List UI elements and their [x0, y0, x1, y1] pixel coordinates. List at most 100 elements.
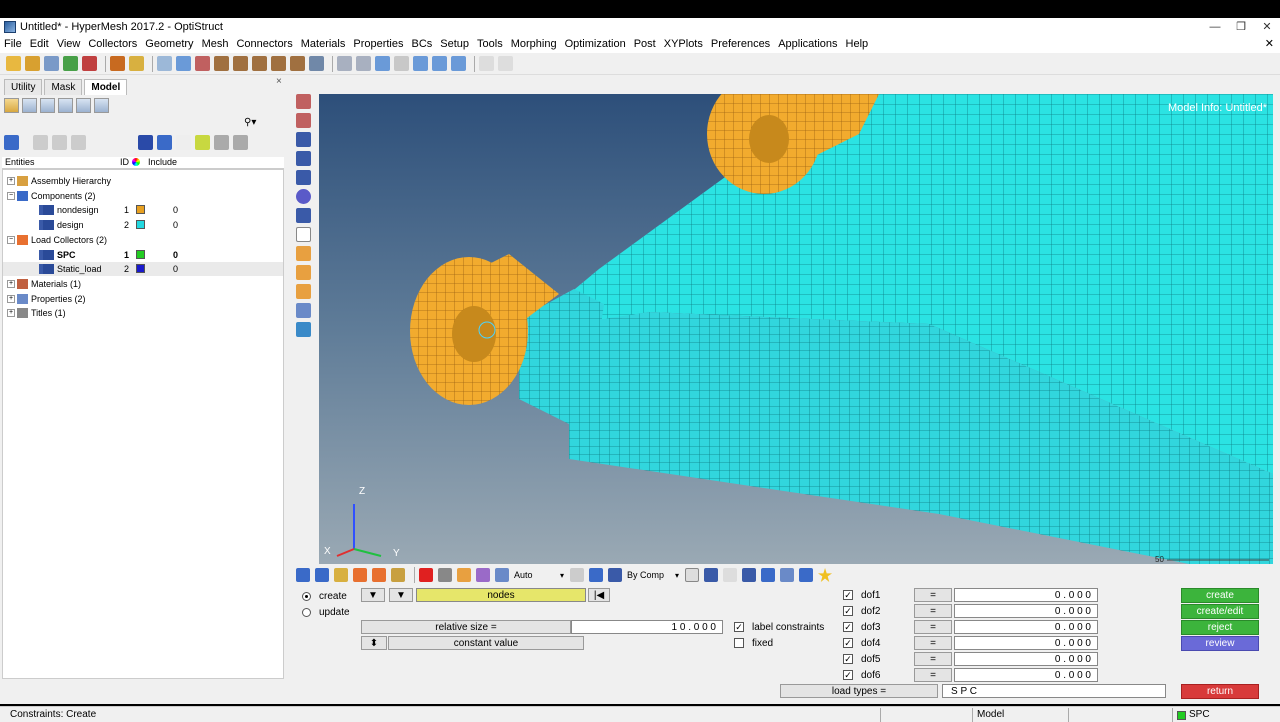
- sphere-icon[interactable]: [296, 189, 311, 204]
- dof6-value-field[interactable]: 0 . 0 0 0: [954, 668, 1098, 682]
- entity-type-dropdown[interactable]: ▼: [389, 588, 413, 602]
- menu-collectors[interactable]: Collectors: [88, 38, 137, 50]
- menu-connectors[interactable]: Connectors: [236, 38, 292, 50]
- color-by-dropdown[interactable]: By Comp: [627, 570, 675, 580]
- tree-row-titles[interactable]: + Titles (1): [3, 306, 283, 320]
- line-icon[interactable]: [723, 568, 738, 582]
- review-button[interactable]: review: [1181, 636, 1259, 651]
- dof4-checkbox[interactable]: ✓: [843, 638, 853, 648]
- create-radio[interactable]: [302, 591, 311, 601]
- menu-setup[interactable]: Setup: [440, 38, 469, 50]
- dof4-option[interactable]: ✓ dof4: [843, 636, 880, 650]
- dof1-equals-button[interactable]: =: [914, 588, 952, 602]
- auto-mode-icon[interactable]: [495, 568, 509, 582]
- collapse-icon[interactable]: −: [7, 191, 15, 200]
- new-folder-icon[interactable]: [195, 134, 210, 150]
- surface-icon[interactable]: [761, 568, 776, 582]
- view-front-icon[interactable]: [252, 56, 267, 71]
- geom-surface-icon[interactable]: [296, 94, 311, 109]
- expand-icon[interactable]: +: [7, 294, 15, 303]
- constant-value-button[interactable]: constant value: [388, 636, 584, 650]
- tree-row-spc[interactable]: SPC 1 0: [3, 248, 283, 262]
- expand-icon[interactable]: +: [7, 279, 15, 288]
- mesh-lines-icon[interactable]: [685, 568, 700, 582]
- element-icon[interactable]: [296, 132, 311, 147]
- column-id[interactable]: ID: [120, 157, 129, 167]
- tree-row-components[interactable]: − Components (2): [3, 189, 283, 203]
- graphics-viewport[interactable]: Z Y X 50 Model Info: Untitled*: [319, 94, 1273, 564]
- chevron-down-icon[interactable]: ▾: [560, 571, 564, 580]
- collectors-view-icon[interactable]: [315, 568, 329, 582]
- magnify-icon[interactable]: [356, 56, 371, 71]
- filter-tree-icon[interactable]: [71, 134, 86, 150]
- cursor-icon[interactable]: [176, 134, 191, 150]
- import-view-icon[interactable]: [372, 568, 386, 582]
- menu-mesh[interactable]: Mesh: [202, 38, 229, 50]
- dof2-equals-button[interactable]: =: [914, 604, 952, 618]
- color-swatch[interactable]: [136, 205, 145, 215]
- dof4-value-field[interactable]: 0 . 0 0 0: [954, 636, 1098, 650]
- undo-icon[interactable]: [479, 56, 494, 71]
- arrows-vertical-icon[interactable]: [432, 56, 447, 71]
- menu-materials[interactable]: Materials: [301, 38, 346, 50]
- relative-size-field[interactable]: 1 0 . 0 0 0: [571, 620, 723, 634]
- create-edit-button[interactable]: create/edit: [1181, 604, 1259, 619]
- load-types-label[interactable]: load types =: [780, 684, 938, 698]
- element-shading-icon[interactable]: [704, 568, 719, 582]
- transparency-icon[interactable]: [780, 568, 795, 582]
- dof6-checkbox[interactable]: ✓: [843, 670, 853, 680]
- user-profile-icon[interactable]: [110, 56, 125, 71]
- dof2-value-field[interactable]: 0 . 0 0 0: [954, 604, 1098, 618]
- find-icon[interactable]: [476, 568, 490, 582]
- label-abc-2-icon[interactable]: [296, 265, 311, 280]
- mode-update-option[interactable]: update: [302, 605, 350, 619]
- close-button[interactable]: ✕: [1254, 18, 1280, 35]
- label-abc-4-icon[interactable]: [296, 303, 311, 318]
- menu-geometry[interactable]: Geometry: [145, 38, 193, 50]
- display-all-icon[interactable]: [138, 134, 153, 150]
- view-right-icon[interactable]: [290, 56, 305, 71]
- menu-edit[interactable]: Edit: [30, 38, 49, 50]
- menu-applications[interactable]: Applications: [778, 38, 837, 50]
- menu-view[interactable]: View: [57, 38, 81, 50]
- loads-view-icon[interactable]: [353, 568, 367, 582]
- display-mode-dropdown[interactable]: Auto: [514, 570, 560, 580]
- nodes-selector[interactable]: nodes: [416, 588, 586, 602]
- column-include[interactable]: Include: [148, 157, 177, 167]
- browser-isolate-icon[interactable]: [40, 98, 55, 113]
- display-none-icon[interactable]: [157, 134, 172, 150]
- view-side-icon[interactable]: [271, 56, 286, 71]
- props-view-icon[interactable]: [391, 568, 405, 582]
- dof1-option[interactable]: ✓ dof1: [843, 588, 880, 602]
- plane-icon[interactable]: [742, 568, 757, 582]
- label-constraints-option[interactable]: ✓ label constraints: [734, 620, 824, 634]
- dof2-checkbox[interactable]: ✓: [843, 606, 853, 616]
- expand-icon[interactable]: +: [7, 309, 15, 318]
- relative-size-label[interactable]: relative size =: [361, 620, 571, 634]
- browser-config-icon[interactable]: [76, 98, 91, 113]
- color-swatch[interactable]: [136, 220, 145, 230]
- rotate-left-icon[interactable]: [176, 56, 191, 71]
- menu-post[interactable]: Post: [634, 38, 656, 50]
- column-entities[interactable]: Entities: [5, 157, 35, 167]
- open-model-icon[interactable]: [25, 56, 40, 71]
- browser-hide-icon[interactable]: [22, 98, 37, 113]
- reject-button[interactable]: reject: [1181, 620, 1259, 635]
- view-axes-icon[interactable]: [309, 56, 324, 71]
- menu-morphing[interactable]: Morphing: [511, 38, 557, 50]
- dof6-equals-button[interactable]: =: [914, 668, 952, 682]
- solid-icon[interactable]: [296, 170, 311, 185]
- tree-row-assembly[interactable]: + Assembly Hierarchy: [3, 174, 283, 188]
- collapse-icon[interactable]: [52, 134, 67, 150]
- menu-file[interactable]: File: [4, 38, 22, 50]
- color-swatch[interactable]: [136, 249, 145, 259]
- menu-bcs[interactable]: BCs: [412, 38, 433, 50]
- menu-optimization[interactable]: Optimization: [565, 38, 626, 50]
- link-icon[interactable]: [296, 208, 311, 223]
- tree-row-load[interactable]: − Load Collectors (2): [3, 233, 283, 247]
- dof5-option[interactable]: ✓ dof5: [843, 652, 880, 666]
- fit-view-icon[interactable]: [195, 56, 210, 71]
- color-mode-icon[interactable]: [608, 568, 623, 582]
- expand-icon[interactable]: +: [7, 177, 15, 185]
- folder-icon[interactable]: [129, 56, 144, 71]
